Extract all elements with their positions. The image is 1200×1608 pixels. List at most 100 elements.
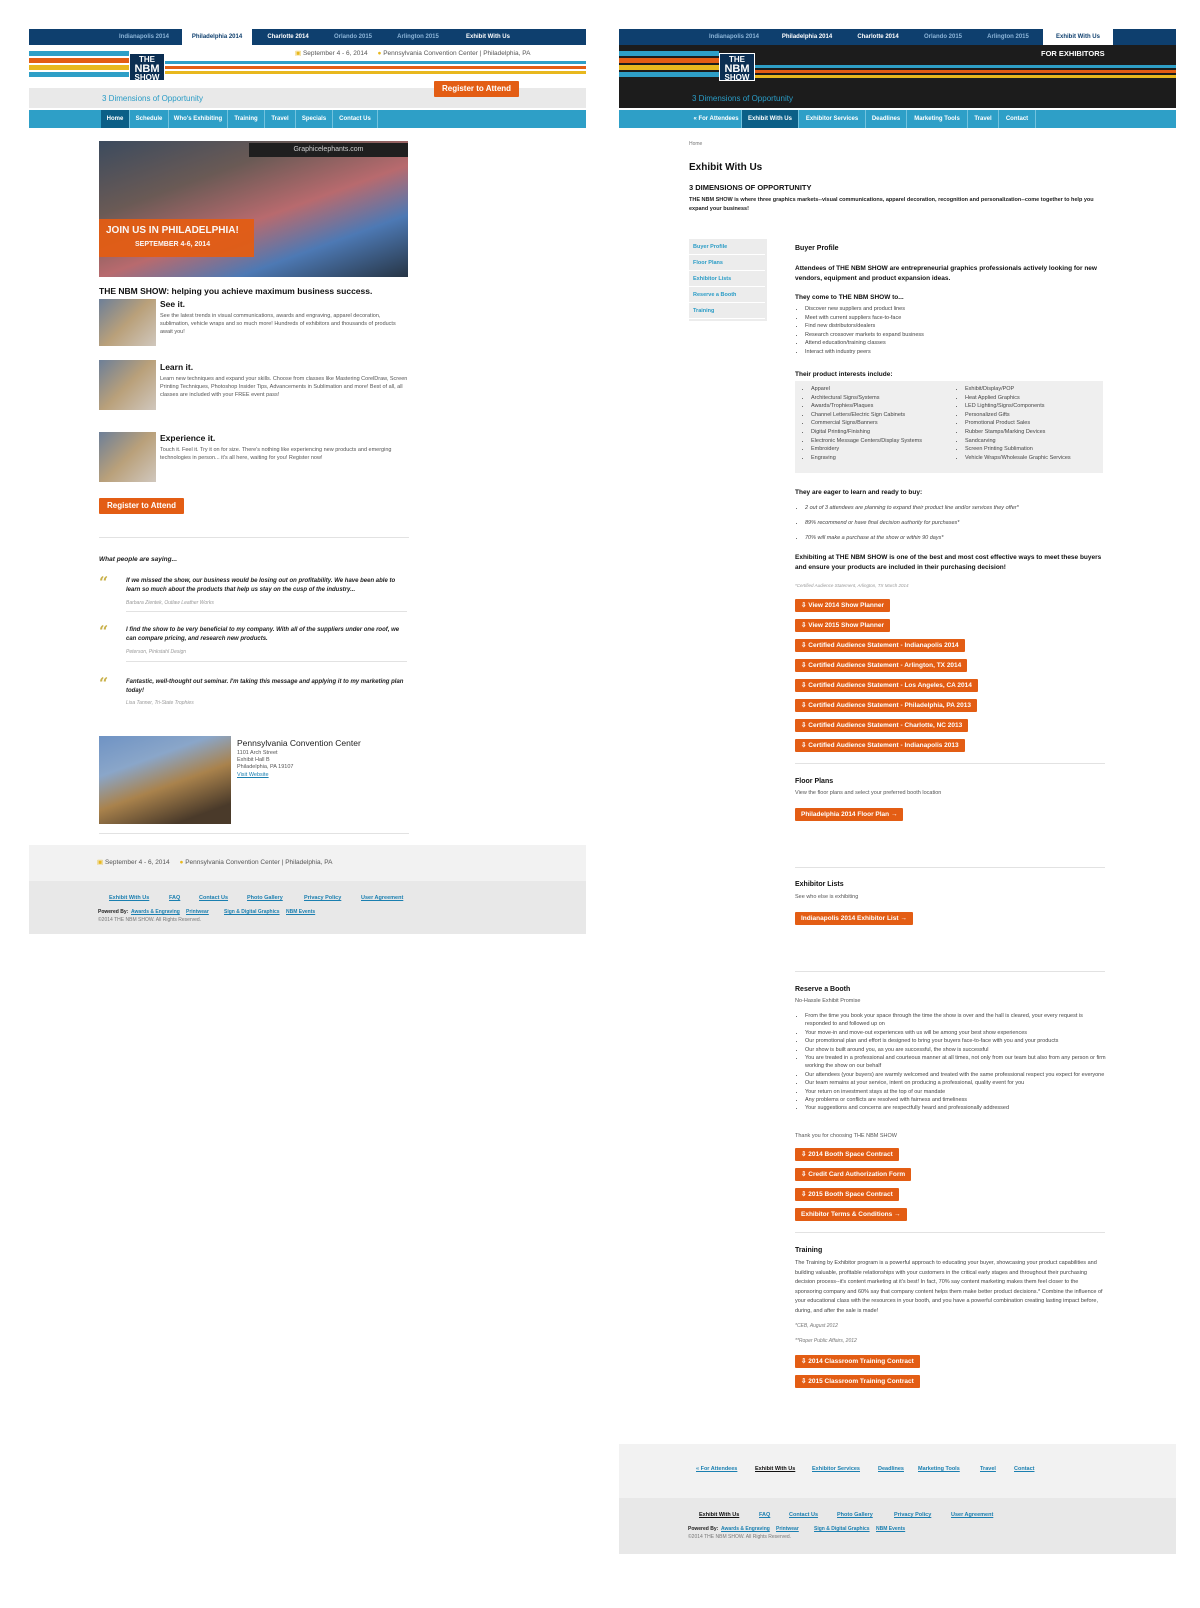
view-2014-show-planner-button[interactable]: ⇩ View 2014 Show Planner	[795, 599, 891, 612]
cas-charlotte-2013-button[interactable]: ⇩ Certified Audience Statement - Charlot…	[795, 719, 969, 732]
powered-link-sign-digital[interactable]: Sign & Digital Graphics	[814, 1526, 870, 1532]
tab-exhibit-with-us[interactable]: Exhibit With Us	[453, 29, 523, 45]
sidebar-item-reserve-booth[interactable]: Reserve a Booth	[689, 287, 765, 303]
hero-sign: Graphicelephants.com	[249, 143, 408, 157]
footer-nav-deadlines[interactable]: Deadlines	[878, 1466, 904, 1472]
footer-link-exhibit-with-us[interactable]: Exhibit With Us	[699, 1512, 739, 1518]
footer-nav-for-attendees[interactable]: « For Attendees	[696, 1466, 737, 1472]
nav-contact[interactable]: Contact	[999, 110, 1036, 128]
tab-charlotte-2014[interactable]: Charlotte 2014	[255, 29, 321, 45]
credit-card-form-button[interactable]: ⇩ Credit Card Authorization Form	[795, 1168, 912, 1181]
hero-line1: JOIN US IN PHILADELPHIA!	[106, 225, 239, 236]
nav-deadlines[interactable]: Deadlines	[866, 110, 907, 128]
booth-contract-2015-button[interactable]: ⇩ 2015 Booth Space Contract	[795, 1188, 899, 1201]
footer-nav-contact[interactable]: Contact	[1014, 1466, 1034, 1472]
buyer-profile-lead: Attendees of THE NBM SHOW are entreprene…	[795, 265, 1097, 282]
nav-for-attendees[interactable]: « For Attendees	[691, 110, 742, 128]
list-item: You are treated in a professional and co…	[805, 1054, 1110, 1071]
footer-link-user-agreement[interactable]: User Agreement	[951, 1512, 993, 1518]
footer-nav-travel[interactable]: Travel	[980, 1466, 996, 1472]
tab-philadelphia-2014[interactable]: Philadelphia 2014	[772, 29, 842, 45]
nav-home[interactable]: Home	[101, 110, 130, 128]
footer-link-faq[interactable]: FAQ	[169, 895, 180, 901]
powered-link-sign-digital[interactable]: Sign & Digital Graphics	[224, 909, 280, 915]
list-item: Promotional Product Sales	[965, 419, 1113, 428]
footer-nav-exhibit-with-us[interactable]: Exhibit With Us	[755, 1466, 795, 1472]
tab-indianapolis-2014[interactable]: Indianapolis 2014	[699, 29, 769, 45]
powered-link-printwear[interactable]: Printwear	[776, 1526, 799, 1532]
training-contract-2015-button[interactable]: ⇩ 2015 Classroom Training Contract	[795, 1375, 920, 1388]
powered-link-awards[interactable]: Awards & Engraving	[131, 909, 180, 915]
nav-exhibitor-services[interactable]: Exhibitor Services	[799, 110, 866, 128]
nbm-show-logo[interactable]: THE NBM SHOW	[129, 53, 165, 82]
footer-link-privacy-policy[interactable]: Privacy Policy	[304, 895, 341, 901]
tab-arlington-2015[interactable]: Arlington 2015	[975, 29, 1041, 45]
nav-marketing-tools[interactable]: Marketing Tools	[907, 110, 968, 128]
footer-link-exhibit-with-us[interactable]: Exhibit With Us	[109, 895, 149, 901]
footer-nav-marketing-tools[interactable]: Marketing Tools	[918, 1466, 960, 1472]
cas-philadelphia-2013-button[interactable]: ⇩ Certified Audience Statement - Philade…	[795, 699, 977, 712]
nav-contact-us[interactable]: Contact Us	[333, 110, 378, 128]
training-contract-2014-button[interactable]: ⇩ 2014 Classroom Training Contract	[795, 1355, 920, 1368]
nav-exhibit-with-us[interactable]: Exhibit With Us	[742, 110, 799, 128]
cas-indianapolis-2014-button[interactable]: ⇩ Certified Audience Statement - Indiana…	[795, 639, 965, 652]
button-label: View 2014 Show Planner	[808, 602, 885, 609]
reserve-thanks: Thank you for choosing THE NBM SHOW	[795, 1133, 897, 1139]
footer-link-photo-gallery[interactable]: Photo Gallery	[247, 895, 283, 901]
powered-link-nbm-events[interactable]: NBM Events	[286, 909, 315, 915]
testimonial-quote-3: Fantastic, well-thought out seminar. I'm…	[126, 679, 404, 694]
sidebar-item-training[interactable]: Training	[689, 303, 765, 319]
come-heading: They come to THE NBM SHOW to...	[795, 294, 904, 301]
tab-exhibit-with-us[interactable]: Exhibit With Us	[1043, 29, 1113, 45]
list-item: Research crossover markets to expand bus…	[805, 331, 1105, 340]
cas-indianapolis-2013-button[interactable]: ⇩ Certified Audience Statement - Indiana…	[795, 739, 965, 752]
nav-schedule[interactable]: Schedule	[130, 110, 169, 128]
booth-contract-2014-button[interactable]: ⇩ 2014 Booth Space Contract	[795, 1148, 899, 1161]
tab-indianapolis-2014[interactable]: Indianapolis 2014	[109, 29, 179, 45]
feature-title-experience: Experience it.	[160, 433, 216, 443]
exhibitor-terms-button[interactable]: Exhibitor Terms & Conditions →	[795, 1208, 907, 1221]
footer-nav-exhibitor-services[interactable]: Exhibitor Services	[812, 1466, 860, 1472]
nbm-show-logo[interactable]: THE NBM SHOW	[719, 53, 755, 82]
powered-link-printwear[interactable]: Printwear	[186, 909, 209, 915]
button-label: Certified Audience Statement - Charlotte…	[808, 722, 963, 729]
footer-link-contact-us[interactable]: Contact Us	[199, 895, 228, 901]
buyer-profile-heading: Buyer Profile	[795, 245, 839, 252]
divider	[795, 763, 1105, 764]
tab-charlotte-2014[interactable]: Charlotte 2014	[845, 29, 911, 45]
event-date-line: ▣ September 4 - 6, 2014 ● Pennsylvania C…	[295, 49, 530, 57]
tab-philadelphia-2014[interactable]: Philadelphia 2014	[182, 29, 252, 45]
breadcrumb[interactable]: Home	[689, 141, 702, 147]
nav-whos-exhibiting[interactable]: Who's Exhibiting	[169, 110, 228, 128]
footer-link-privacy-policy[interactable]: Privacy Policy	[894, 1512, 931, 1518]
nav-travel[interactable]: Travel	[265, 110, 296, 128]
footer-link-photo-gallery[interactable]: Photo Gallery	[837, 1512, 873, 1518]
venue-website-link[interactable]: Visit Website	[237, 771, 269, 779]
buyer-profile-footnote: *Certified Audience Statement, Arlington…	[795, 583, 909, 588]
nav-training[interactable]: Training	[228, 110, 265, 128]
sidebar-item-floor-plans[interactable]: Floor Plans	[689, 255, 765, 271]
nav-specials[interactable]: Specials	[296, 110, 333, 128]
footer-link-contact-us[interactable]: Contact Us	[789, 1512, 818, 1518]
event-date: September 4 - 6, 2014	[302, 50, 368, 57]
tab-arlington-2015[interactable]: Arlington 2015	[385, 29, 451, 45]
cas-arlington-2014-button[interactable]: ⇩ Certified Audience Statement - Arlingt…	[795, 659, 968, 672]
quote-icon: “	[99, 573, 109, 592]
sidebar-item-exhibitor-lists[interactable]: Exhibitor Lists	[689, 271, 765, 287]
cas-los-angeles-2014-button[interactable]: ⇩ Certified Audience Statement - Los Ang…	[795, 679, 978, 692]
tab-orlando-2015[interactable]: Orlando 2015	[323, 29, 383, 45]
view-2015-show-planner-button[interactable]: ⇩ View 2015 Show Planner	[795, 619, 891, 632]
sidebar-item-buyer-profile[interactable]: Buyer Profile	[689, 239, 765, 255]
register-to-attend-button[interactable]: Register to Attend	[434, 81, 520, 97]
register-to-attend-button-2[interactable]: Register to Attend	[99, 498, 185, 514]
footer-link-user-agreement[interactable]: User Agreement	[361, 895, 403, 901]
floor-plan-button[interactable]: Philadelphia 2014 Floor Plan →	[795, 808, 904, 821]
divider	[795, 971, 1105, 972]
tab-orlando-2015[interactable]: Orlando 2015	[913, 29, 973, 45]
powered-link-nbm-events[interactable]: NBM Events	[876, 1526, 905, 1532]
footer-link-faq[interactable]: FAQ	[759, 1512, 770, 1518]
powered-link-awards[interactable]: Awards & Engraving	[721, 1526, 770, 1532]
nav-travel[interactable]: Travel	[968, 110, 999, 128]
exhibitor-list-button[interactable]: Indianapolis 2014 Exhibitor List →	[795, 912, 913, 925]
interests-list-right: Exhibit/Display/POP Heat Applied Graphic…	[955, 385, 1113, 462]
